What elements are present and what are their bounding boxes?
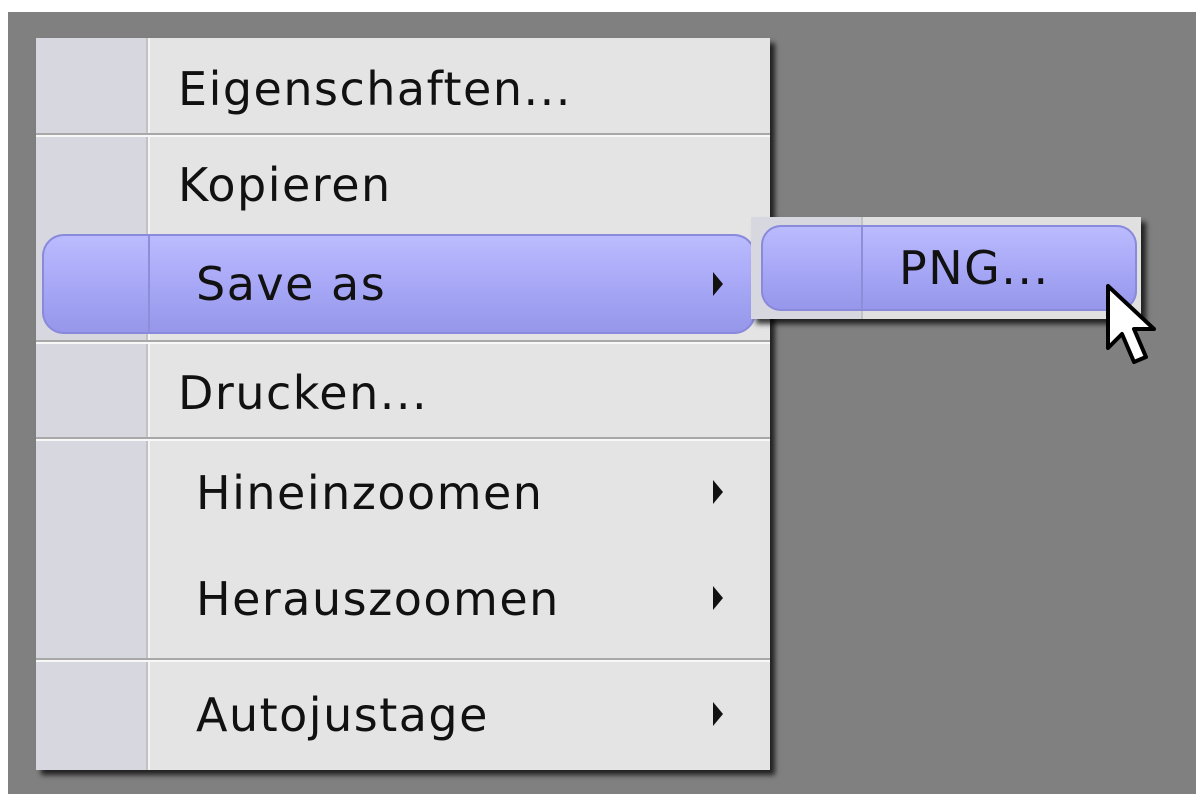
context-menu: Eigenschaften... Kopieren Drucken... Hin…	[36, 38, 770, 770]
submenu-arrow-icon	[713, 272, 723, 296]
menu-separator	[36, 437, 770, 441]
menu-item-label: Herauszoomen	[196, 572, 560, 626]
menu-item-kopieren[interactable]: Kopieren	[36, 140, 770, 230]
submenu-arrow-icon	[713, 586, 723, 610]
menu-item-hineinzoomen[interactable]: Hineinzoomen	[36, 448, 770, 538]
save-as-submenu: PNG...	[751, 217, 1141, 319]
menu-item-label: Save as	[196, 257, 387, 311]
menu-item-label: Eigenschaften...	[178, 62, 572, 116]
menu-item-save-as[interactable]: Save as	[42, 234, 756, 334]
menu-item-herauszoomen[interactable]: Herauszoomen	[36, 554, 770, 644]
menu-item-label: Autojustage	[196, 688, 489, 742]
submenu-arrow-icon	[713, 702, 723, 726]
menu-separator	[36, 340, 770, 344]
submenu-arrow-icon	[713, 480, 723, 504]
menu-item-label: Hineinzoomen	[196, 466, 544, 520]
menu-separator	[36, 133, 770, 137]
mouse-cursor-icon	[1106, 284, 1156, 364]
submenu-item-label: PNG...	[899, 241, 1050, 295]
menu-item-autojustage[interactable]: Autojustage	[36, 670, 770, 760]
menu-separator	[36, 658, 770, 662]
highlight-gutter-divider	[148, 236, 150, 332]
menu-item-drucken[interactable]: Drucken...	[36, 348, 770, 438]
menu-item-eigenschaften[interactable]: Eigenschaften...	[36, 44, 770, 134]
menu-item-label: Kopieren	[178, 158, 392, 212]
highlight-gutter-divider	[861, 227, 863, 309]
menu-item-label: Drucken...	[178, 366, 429, 420]
